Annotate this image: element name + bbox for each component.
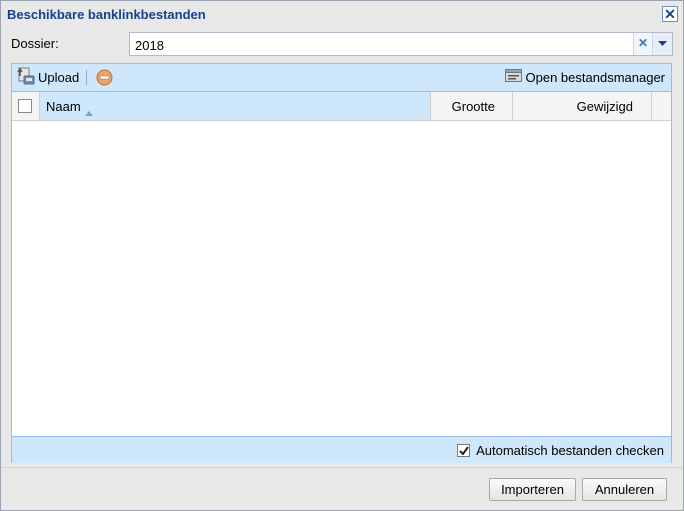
auto-check-files-toggle[interactable]: Automatisch bestanden checken — [457, 443, 664, 458]
dossier-label: Dossier: — [11, 36, 59, 51]
upload-icon — [17, 67, 35, 88]
column-header-gewijzigd[interactable]: Gewijzigd — [513, 92, 652, 120]
column-gewijzigd-label: Gewijzigd — [576, 99, 633, 114]
open-file-manager-button[interactable]: Open bestandsmanager — [504, 68, 665, 86]
column-header-grootte[interactable]: Grootte — [431, 92, 513, 120]
dossier-value[interactable]: 2018 — [135, 38, 164, 53]
grid-header: Naam Grootte Gewijzigd — [12, 92, 671, 121]
select-all-checkbox[interactable] — [18, 99, 32, 113]
column-naam-label: Naam — [46, 99, 81, 114]
auto-check-checkbox[interactable] — [457, 444, 471, 457]
clear-icon[interactable]: ✕ — [633, 33, 652, 55]
toolbar-separator — [86, 70, 87, 85]
import-button[interactable]: Importeren — [489, 478, 576, 501]
grid-bottom-bar: Automatisch bestanden checken — [12, 436, 671, 463]
chevron-down-icon[interactable] — [652, 33, 672, 55]
dialog-titlebar[interactable]: Beschikbare banklinkbestanden ✕ — [1, 1, 683, 28]
column-header-naam[interactable]: Naam — [40, 92, 431, 120]
column-grootte-label: Grootte — [451, 99, 495, 114]
auto-check-label: Automatisch bestanden checken — [476, 443, 664, 458]
footer-divider — [1, 467, 683, 468]
file-manager-icon — [504, 69, 522, 85]
select-all-column — [12, 92, 40, 120]
remove-button[interactable] — [96, 69, 113, 89]
sort-ascending-icon — [85, 104, 93, 119]
cancel-button[interactable]: Annuleren — [582, 478, 667, 501]
file-grid-panel: Upload Open bestandsmanager Naam Grootte… — [11, 63, 672, 463]
close-icon[interactable]: ✕ — [662, 6, 678, 22]
grid-toolbar: Upload Open bestandsmanager — [12, 64, 671, 92]
dossier-combobox[interactable]: 2018 ✕ — [129, 32, 673, 56]
remove-icon — [96, 69, 113, 89]
dialog-title: Beschikbare banklinkbestanden — [7, 7, 206, 22]
open-file-manager-label: Open bestandsmanager — [525, 69, 665, 85]
dialog-window: Beschikbare banklinkbestanden ✕ Dossier:… — [0, 0, 684, 511]
upload-button[interactable]: Upload — [17, 67, 80, 88]
upload-label: Upload — [38, 69, 80, 85]
